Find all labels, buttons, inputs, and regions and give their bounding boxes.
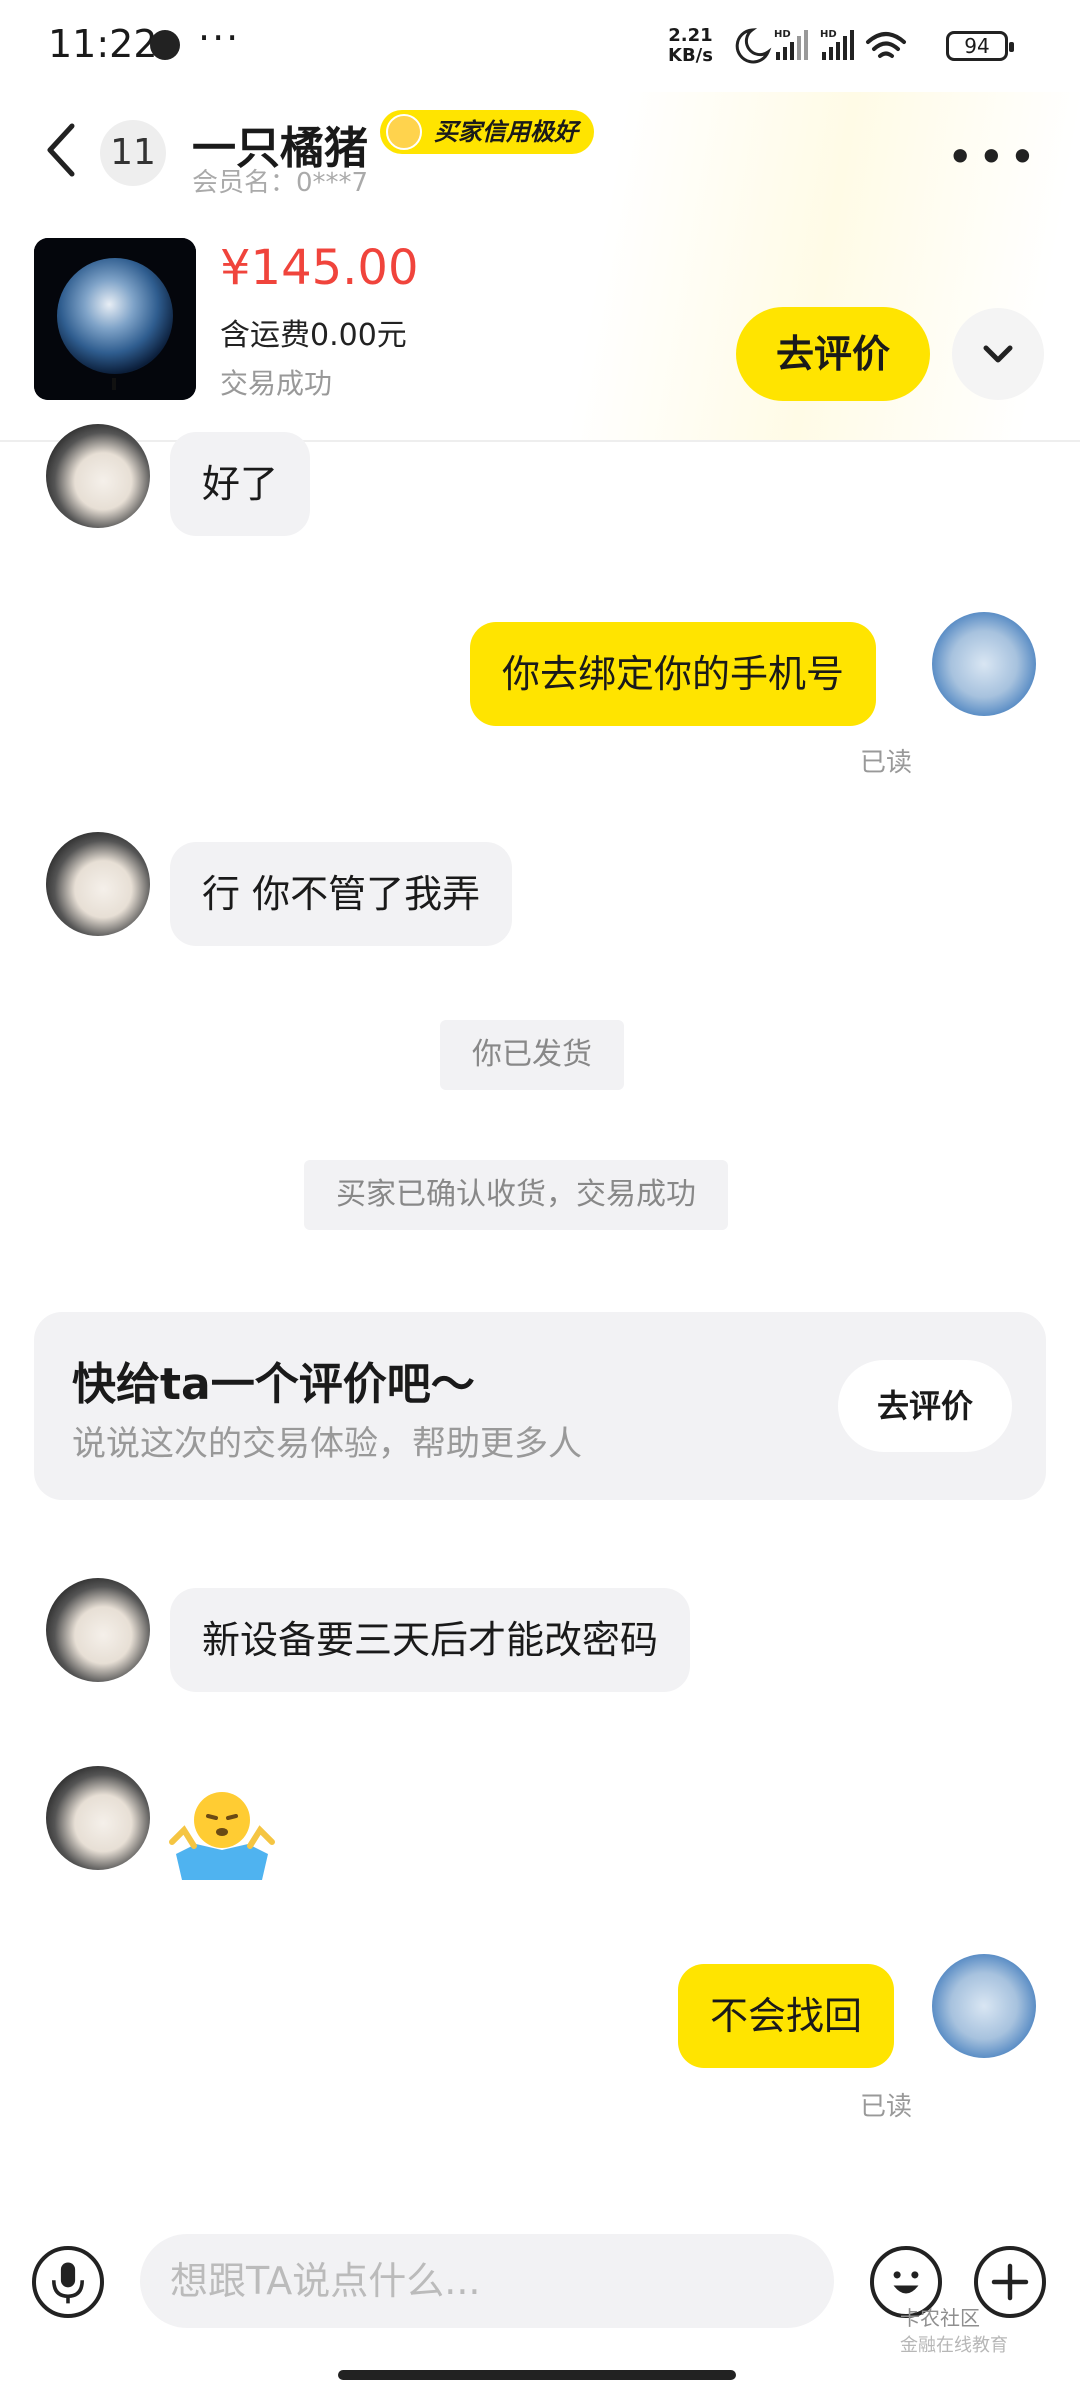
back-button[interactable] <box>40 120 90 180</box>
status-bar: 11:22 ··· 2.21 KB/s HD HD 94 <box>0 0 1080 92</box>
more-notifications-icon: ··· <box>198 16 241 60</box>
shrug-emoji-icon[interactable] <box>166 1784 278 1884</box>
signal-hd-2-icon: HD <box>820 29 854 60</box>
credit-face-icon <box>386 114 422 150</box>
review-card-subtitle: 说说这次的交易体验，帮助更多人 <box>72 1424 582 1464</box>
shipping-fee: 含运费0.00元 <box>220 318 407 353</box>
moon-icon <box>735 28 772 64</box>
battery-icon: 94 <box>946 31 1014 61</box>
review-card-button[interactable]: 去评价 <box>838 1360 1012 1452</box>
contact-avatar[interactable] <box>46 424 150 528</box>
chevron-down-icon <box>983 345 1013 363</box>
network-speed-unit: KB/s <box>668 45 713 66</box>
product-price: ¥145.00 <box>220 240 419 296</box>
signal-hd-1-icon: HD <box>774 29 808 60</box>
watermark-sub: 金融在线教育 <box>900 2335 1008 2356</box>
svg-text:HD: HD <box>820 29 837 40</box>
message-bubble[interactable]: 你去绑定你的手机号 <box>470 622 877 726</box>
read-receipt: 已读 <box>860 748 913 778</box>
microphone-icon[interactable] <box>32 2246 104 2318</box>
product-thumbnail[interactable] <box>34 238 196 400</box>
contact-avatar[interactable] <box>46 832 150 936</box>
message-bubble[interactable]: 好了 <box>170 432 311 536</box>
review-card-title: 快给ta一个评价吧～ <box>72 1359 475 1410</box>
member-name: 会员名：0***7 <box>192 168 369 198</box>
message-bubble[interactable]: 不会找回 <box>678 1964 895 2068</box>
contact-avatar[interactable] <box>46 1578 150 1682</box>
more-options-button[interactable]: ••• <box>947 130 1040 184</box>
expand-button[interactable] <box>952 308 1044 400</box>
credit-badge-label: 买家信用极好 <box>434 118 578 146</box>
unread-count-badge[interactable]: 11 <box>100 120 166 186</box>
system-message: 你已发货 <box>440 1020 624 1090</box>
contact-avatar[interactable] <box>46 1766 150 1870</box>
message-bubble[interactable]: 行 你不管了我弄 <box>170 842 513 946</box>
review-button[interactable]: 去评价 <box>736 307 930 401</box>
signal-icons: HD HD <box>735 28 906 64</box>
watermark: 卡农社区 金融在线教育 <box>900 2302 1008 2357</box>
status-time: 11:22 <box>48 22 158 66</box>
svg-text:HD: HD <box>774 29 791 40</box>
network-speed-value: 2.21 <box>668 25 713 46</box>
my-avatar[interactable] <box>932 1954 1036 2058</box>
review-prompt-card: 快给ta一个评价吧～ 说说这次的交易体验，帮助更多人 去评价 <box>34 1312 1046 1500</box>
home-indicator[interactable] <box>338 2370 736 2380</box>
message-input[interactable] <box>140 2234 834 2328</box>
network-speed: 2.21 KB/s <box>668 26 713 66</box>
credit-badge: 买家信用极好 <box>380 110 594 154</box>
system-message: 买家已确认收货，交易成功 <box>304 1160 728 1230</box>
alarm-icon <box>150 30 180 60</box>
chat-header: 11 一只橘猪 买家信用极好 会员名：0***7 ••• ¥145.00 含运费… <box>0 92 1080 442</box>
watermark-main: 卡农社区 <box>900 2306 980 2330</box>
earth-image <box>34 238 196 400</box>
my-avatar[interactable] <box>932 612 1036 716</box>
read-receipt: 已读 <box>860 2092 913 2122</box>
message-bubble[interactable]: 新设备要三天后才能改密码 <box>170 1588 691 1692</box>
trade-status: 交易成功 <box>220 367 333 400</box>
wifi-icon <box>866 32 906 58</box>
